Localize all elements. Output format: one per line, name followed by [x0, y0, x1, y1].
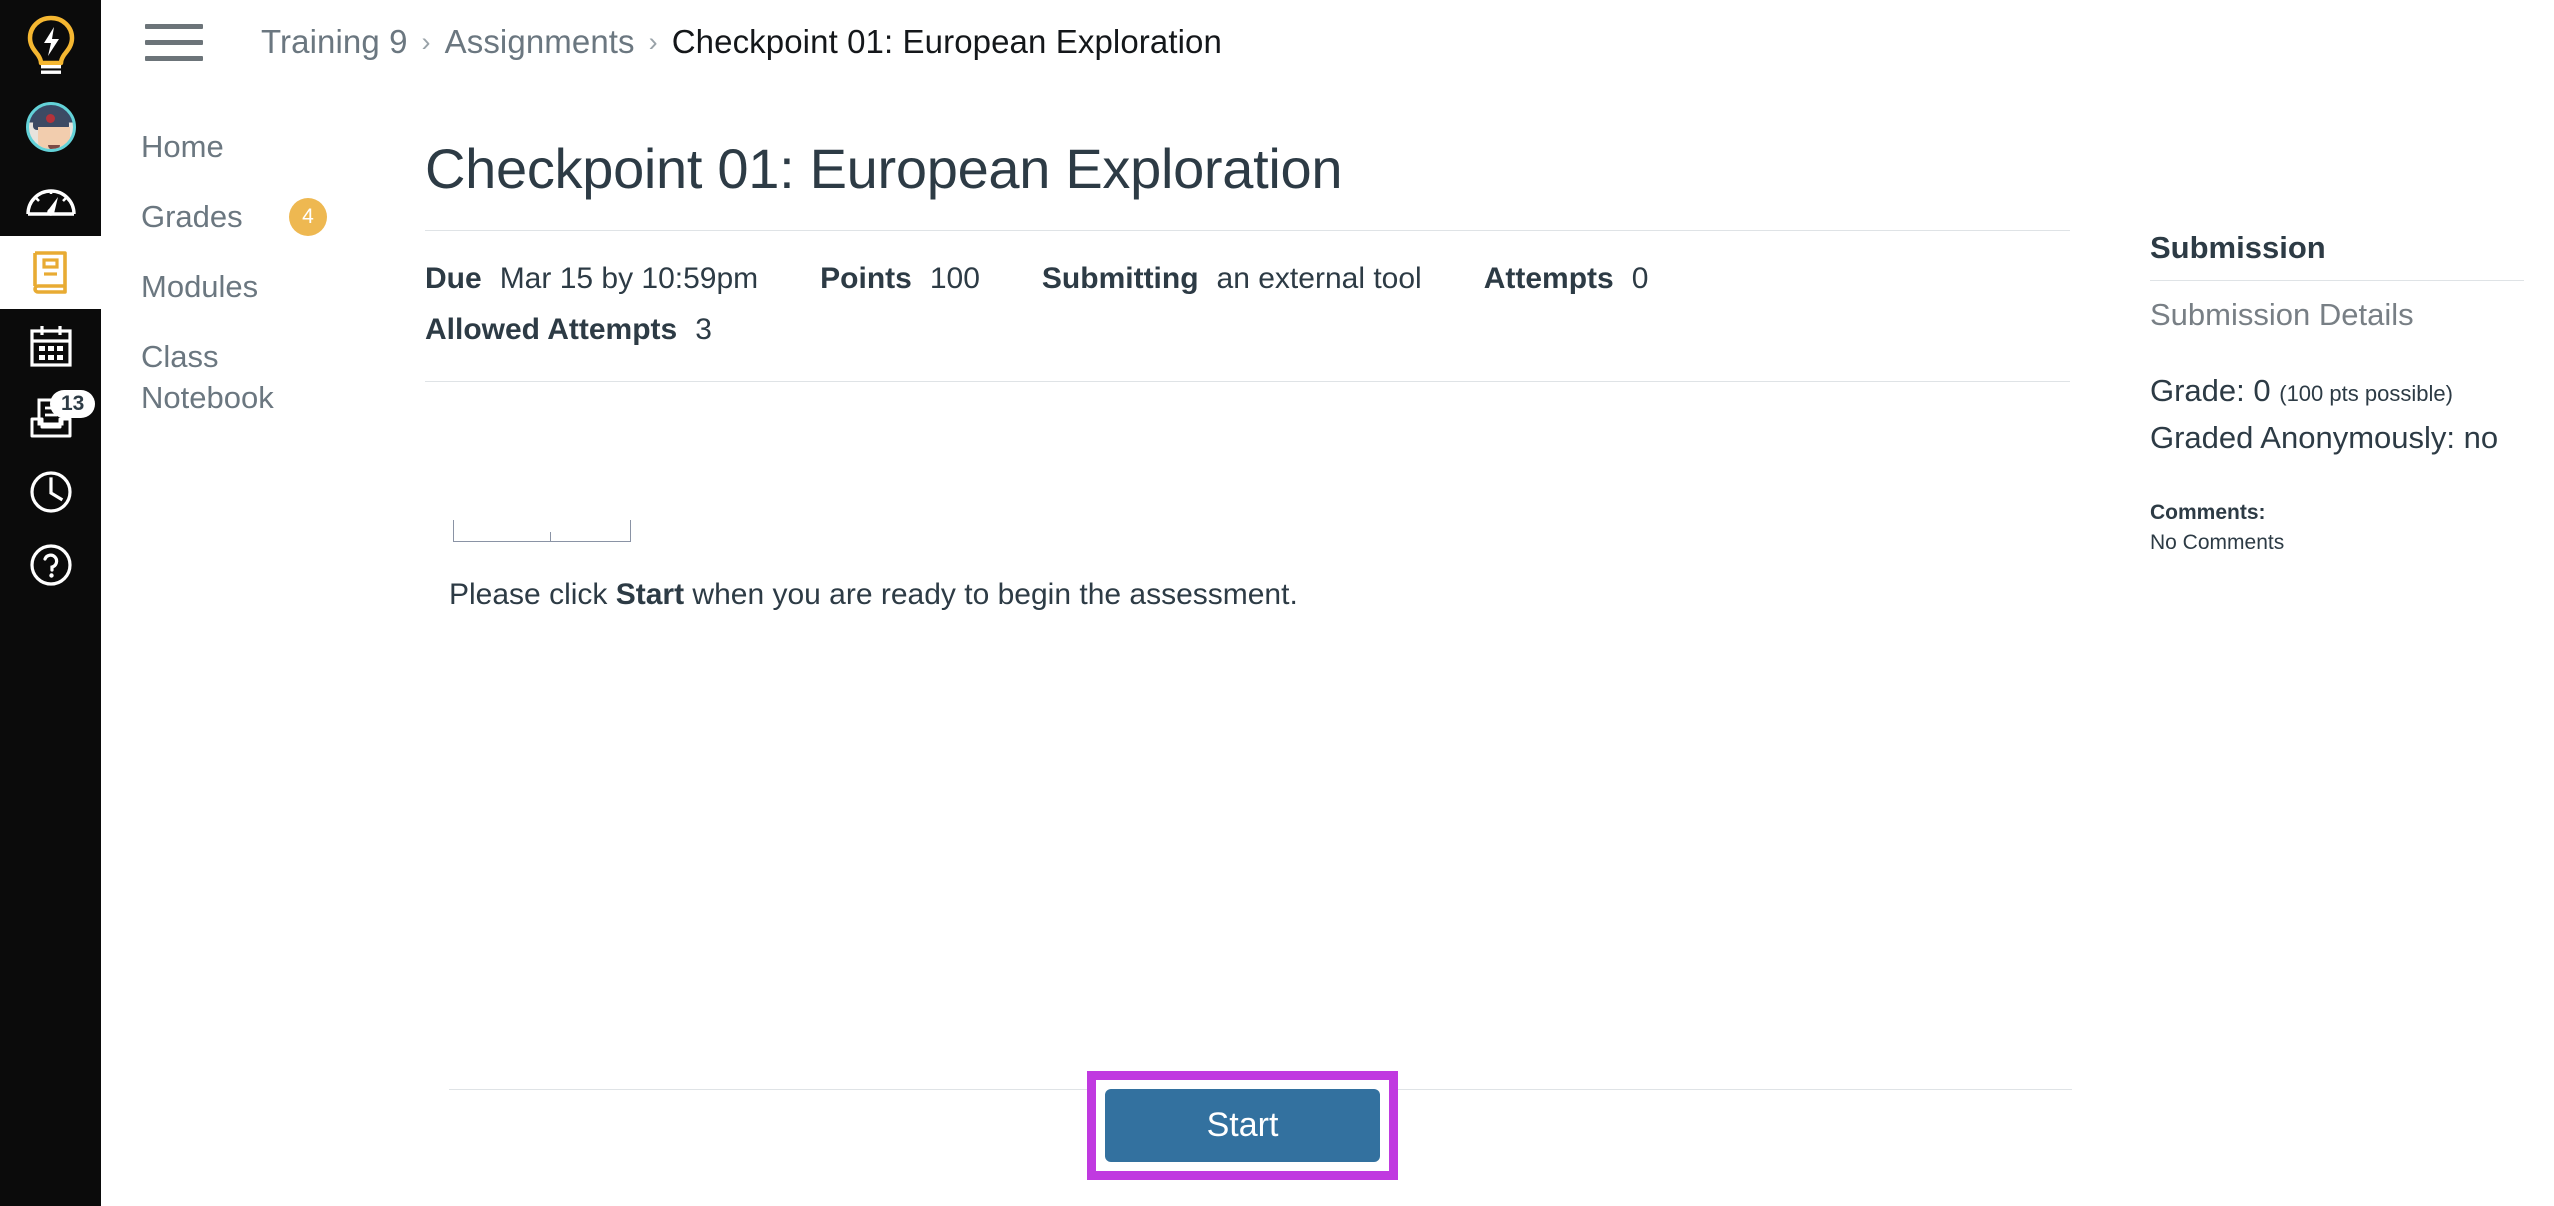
assignment-details: Due Mar 15 by 10:59pm Points 100 Submitt…: [425, 231, 2070, 381]
course-nav-label: Home: [141, 129, 224, 164]
breadcrumb-current: Checkpoint 01: European Exploration: [671, 23, 1222, 60]
detail-due: Due Mar 15 by 10:59pm: [425, 253, 758, 304]
course-nav-item-class-notebook[interactable]: Class Notebook: [101, 322, 361, 434]
detail-points: Points 100: [820, 253, 980, 304]
start-instruction: Please click Start when you are ready to…: [449, 572, 1298, 617]
avatar-mouth: [47, 144, 60, 149]
comments-label: Comments:: [2150, 500, 2266, 524]
detail-label: Submitting: [1041, 262, 1199, 296]
detail-attempts: Attempts 0: [1484, 253, 1649, 304]
global-nav-account[interactable]: [0, 90, 101, 163]
breadcrumb-assignments[interactable]: Assignments: [445, 23, 635, 61]
help-icon: [28, 542, 74, 588]
detail-value: 100: [929, 262, 980, 296]
course-nav-label: Grades: [141, 198, 243, 234]
courses-icon: [28, 249, 74, 297]
hamburger-line: [145, 55, 203, 61]
page-title: Checkpoint 01: European Exploration: [425, 137, 1343, 200]
course-nav-item-home[interactable]: Home: [101, 112, 361, 182]
global-navigation: 13: [0, 0, 101, 1206]
global-nav-help[interactable]: [0, 528, 101, 601]
start-button-highlight-inner: Start: [1096, 1080, 1389, 1171]
detail-value: Mar 15 by 10:59pm: [499, 262, 759, 296]
assignment-details-row-1: Due Mar 15 by 10:59pm Points 100 Submitt…: [425, 253, 2070, 304]
breadcrumb-course[interactable]: Training 9: [261, 23, 408, 61]
assignment-content: Checkpoint 01: European Exploration Due …: [361, 84, 2124, 1206]
course-nav-label: Class Notebook: [141, 338, 274, 416]
global-nav-history[interactable]: [0, 455, 101, 528]
submission-details-link[interactable]: Submission Details: [2150, 297, 2524, 333]
dashboard-icon: [25, 180, 77, 220]
submission-grade: Grade: 0 (100 pts possible): [2150, 369, 2524, 414]
course-nav-item-modules[interactable]: Modules: [101, 252, 361, 322]
hamburger-line: [145, 39, 203, 45]
start-button-area: Start: [361, 1071, 2124, 1180]
canvas-assignment-page: 13 Training 9 › Assignments › Checkpoint…: [0, 0, 2554, 1206]
instruction-bold: Start: [615, 578, 685, 612]
grade-value: Grade: 0: [2150, 373, 2271, 408]
instruction-suffix: when you are ready to begin the assessme…: [684, 578, 1298, 612]
global-nav-dashboard[interactable]: [0, 163, 101, 236]
chevron-right-icon: ›: [648, 26, 658, 57]
body-row: Home Grades 4 Modules Class Notebook Che…: [101, 84, 2554, 1206]
instruction-prefix: Please click: [449, 578, 616, 612]
detail-value: an external tool: [1216, 262, 1422, 296]
grades-badge: 4: [289, 197, 327, 236]
global-nav-courses[interactable]: [0, 236, 101, 309]
top-bar: Training 9 › Assignments › Checkpoint 01…: [101, 0, 2554, 84]
tool-table-stub: [453, 520, 631, 543]
lightbulb-icon: [25, 15, 77, 75]
canvas-logo-button[interactable]: [0, 0, 101, 90]
submission-sidebar: Submission Submission Details Grade: 0 (…: [2124, 84, 2554, 1206]
course-nav-item-grades[interactable]: Grades 4: [101, 182, 361, 252]
submission-heading: Submission: [2150, 230, 2326, 265]
graded-anonymously: Graded Anonymously: no: [2150, 419, 2499, 455]
submission-divider: [2150, 280, 2524, 281]
assignment-details-row-2: Allowed Attempts 3: [425, 304, 2070, 355]
avatar: [25, 101, 76, 152]
detail-value: 3: [695, 313, 712, 347]
breadcrumb: Training 9 › Assignments › Checkpoint 01…: [261, 23, 1222, 61]
detail-label: Allowed Attempts: [425, 313, 678, 347]
clock-icon: [28, 469, 74, 515]
hamburger-line: [145, 23, 203, 29]
detail-label: Points: [820, 262, 912, 296]
comments-value: No Comments: [2150, 530, 2285, 554]
start-button[interactable]: Start: [1105, 1089, 1380, 1162]
detail-label: Attempts: [1483, 262, 1614, 296]
calendar-icon: [28, 323, 74, 369]
chevron-right-icon: ›: [421, 26, 431, 57]
detail-submitting: Submitting an external tool: [1042, 253, 1422, 304]
detail-allowed-attempts: Allowed Attempts 3: [425, 304, 712, 355]
course-navigation: Home Grades 4 Modules Class Notebook: [101, 84, 361, 1206]
external-tool-frame: Please click Start when you are ready to…: [425, 382, 2070, 1082]
start-button-highlight: Start: [1087, 1071, 1398, 1180]
hamburger-icon[interactable]: [145, 20, 203, 64]
main-column: Training 9 › Assignments › Checkpoint 01…: [101, 0, 2554, 1206]
detail-label: Due: [425, 262, 482, 296]
course-nav-label: Modules: [141, 268, 259, 304]
grade-possible: (100 pts possible): [2279, 381, 2453, 406]
global-nav-inbox[interactable]: 13: [0, 382, 101, 455]
detail-value: 0: [1631, 262, 1649, 296]
global-nav-calendar[interactable]: [0, 309, 101, 382]
inbox-unread-badge: 13: [50, 390, 96, 419]
